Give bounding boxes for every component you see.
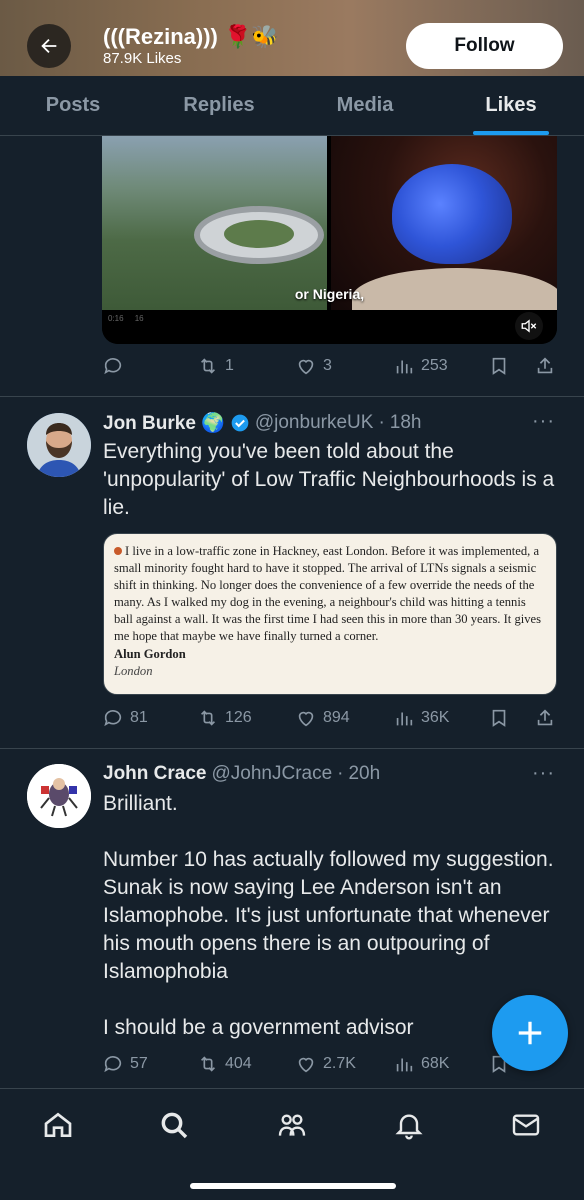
quote-location: London (114, 664, 153, 678)
communities-icon (278, 1114, 306, 1136)
tweet1-actions: 81 126 894 36K (102, 704, 562, 732)
views-icon (396, 712, 413, 726)
likes-count: 87.9K Likes (103, 50, 182, 67)
video-caption: or Nigeria, (294, 286, 365, 302)
like-button[interactable]: 3 (295, 355, 393, 377)
tweet-text: Brilliant. Number 10 has actually follow… (103, 792, 554, 1039)
video-player[interactable]: or Nigeria, 0:16 16 (102, 136, 557, 344)
like-button[interactable]: 894 (295, 707, 393, 729)
heart-icon (298, 711, 314, 727)
arrow-left-icon (41, 38, 57, 54)
repost-icon (200, 358, 216, 374)
back-button[interactable] (27, 24, 71, 68)
divider (0, 396, 584, 397)
video-controls: 0:16 16 (102, 310, 557, 344)
views-button[interactable]: 36K (393, 707, 488, 729)
messages-icon (512, 1114, 540, 1136)
share-button[interactable] (534, 355, 556, 377)
nav-messages[interactable] (506, 1105, 546, 1145)
tab-likes[interactable]: Likes (438, 76, 584, 135)
caricature-avatar-icon (27, 764, 91, 828)
separator-dot: · (378, 412, 385, 433)
quote-body: I live in a low-traffic zone in Hackney,… (114, 544, 542, 643)
more-options-icon[interactable]: ··· (532, 762, 555, 785)
reply-icon (104, 1056, 122, 1073)
tab-replies[interactable]: Replies (146, 76, 292, 135)
heart-icon (298, 1057, 314, 1073)
tab-media[interactable]: Media (292, 76, 438, 135)
nav-home[interactable] (38, 1105, 78, 1145)
video-tweet-actions: 1 3 253 (102, 352, 562, 380)
tweet-text: Everything you've been told about the 'u… (103, 440, 561, 519)
like-button[interactable]: 2.7K (295, 1053, 393, 1075)
repost-button[interactable]: 1 (197, 355, 295, 377)
author-handle[interactable]: @jonburkeUK (255, 412, 374, 434)
author-name[interactable]: Jon Burke 🌍 (103, 411, 225, 435)
plus-icon (518, 1021, 542, 1045)
video-time: 0:16 16 (108, 314, 144, 323)
separator-dot: · (337, 763, 344, 784)
stadium-pitch (224, 220, 294, 248)
search-icon (161, 1112, 188, 1139)
profile-header: (((Rezina))) 🌹🐝 87.9K Likes Follow (0, 0, 584, 76)
reply-button[interactable] (102, 355, 197, 377)
tab-posts[interactable]: Posts (0, 76, 146, 135)
nav-notifications[interactable] (389, 1105, 429, 1145)
views-icon (396, 360, 413, 374)
bookmark-icon (492, 709, 506, 727)
home-icon (44, 1112, 72, 1137)
views-button[interactable]: 68K (393, 1053, 488, 1075)
follow-button[interactable]: Follow (406, 23, 563, 69)
reply-button[interactable]: 57 (102, 1053, 197, 1075)
author-handle[interactable]: @JohnJCrace (211, 763, 332, 785)
share-icon (537, 709, 553, 726)
avatar[interactable] (27, 764, 91, 828)
bookmark-button[interactable] (488, 707, 534, 729)
mute-button[interactable] (515, 312, 543, 340)
author-name[interactable]: John Crace (103, 763, 206, 785)
views-icon (396, 1058, 413, 1072)
tweet-time[interactable]: 20h (348, 763, 380, 785)
nav-search[interactable] (154, 1105, 194, 1145)
bookmark-icon (492, 357, 506, 375)
home-indicator (190, 1183, 396, 1189)
divider (0, 748, 584, 749)
bookmark-button[interactable] (488, 355, 534, 377)
repost-icon (200, 710, 216, 726)
reply-icon (104, 710, 122, 727)
repost-button[interactable]: 404 (197, 1053, 295, 1075)
nav-communities[interactable] (272, 1105, 312, 1145)
bullet-dot-icon (114, 547, 122, 555)
reply-icon (104, 358, 122, 375)
views-button[interactable]: 253 (393, 355, 488, 377)
person-photo-icon (27, 413, 91, 477)
tweet-header: John Crace @JohnJCrace · 20h (103, 763, 380, 785)
heart-icon (298, 359, 314, 375)
share-icon (537, 357, 553, 374)
compose-button[interactable] (492, 995, 568, 1071)
repost-button[interactable]: 126 (197, 707, 295, 729)
speaker-muted-icon (521, 319, 537, 333)
avatar[interactable] (27, 413, 91, 477)
profile-name: (((Rezina))) 🌹🐝 (103, 24, 279, 49)
repost-icon (200, 1056, 216, 1072)
more-options-icon[interactable]: ··· (532, 410, 555, 433)
profile-tabs: Posts Replies Media Likes (0, 76, 584, 136)
notifications-icon (395, 1114, 423, 1140)
headwrap-shape (392, 164, 512, 264)
quote-author: Alun Gordon (114, 647, 186, 661)
tweet2-actions: 57 404 2.7K 68K (102, 1050, 562, 1078)
share-button[interactable] (534, 707, 556, 729)
verified-badge-icon (231, 414, 249, 432)
tweet-time[interactable]: 18h (390, 412, 422, 434)
tweet-header: Jon Burke 🌍 @jonburkeUK · 18h (103, 411, 421, 435)
quote-image-card[interactable]: I live in a low-traffic zone in Hackney,… (103, 533, 557, 695)
reply-button[interactable]: 81 (102, 707, 197, 729)
